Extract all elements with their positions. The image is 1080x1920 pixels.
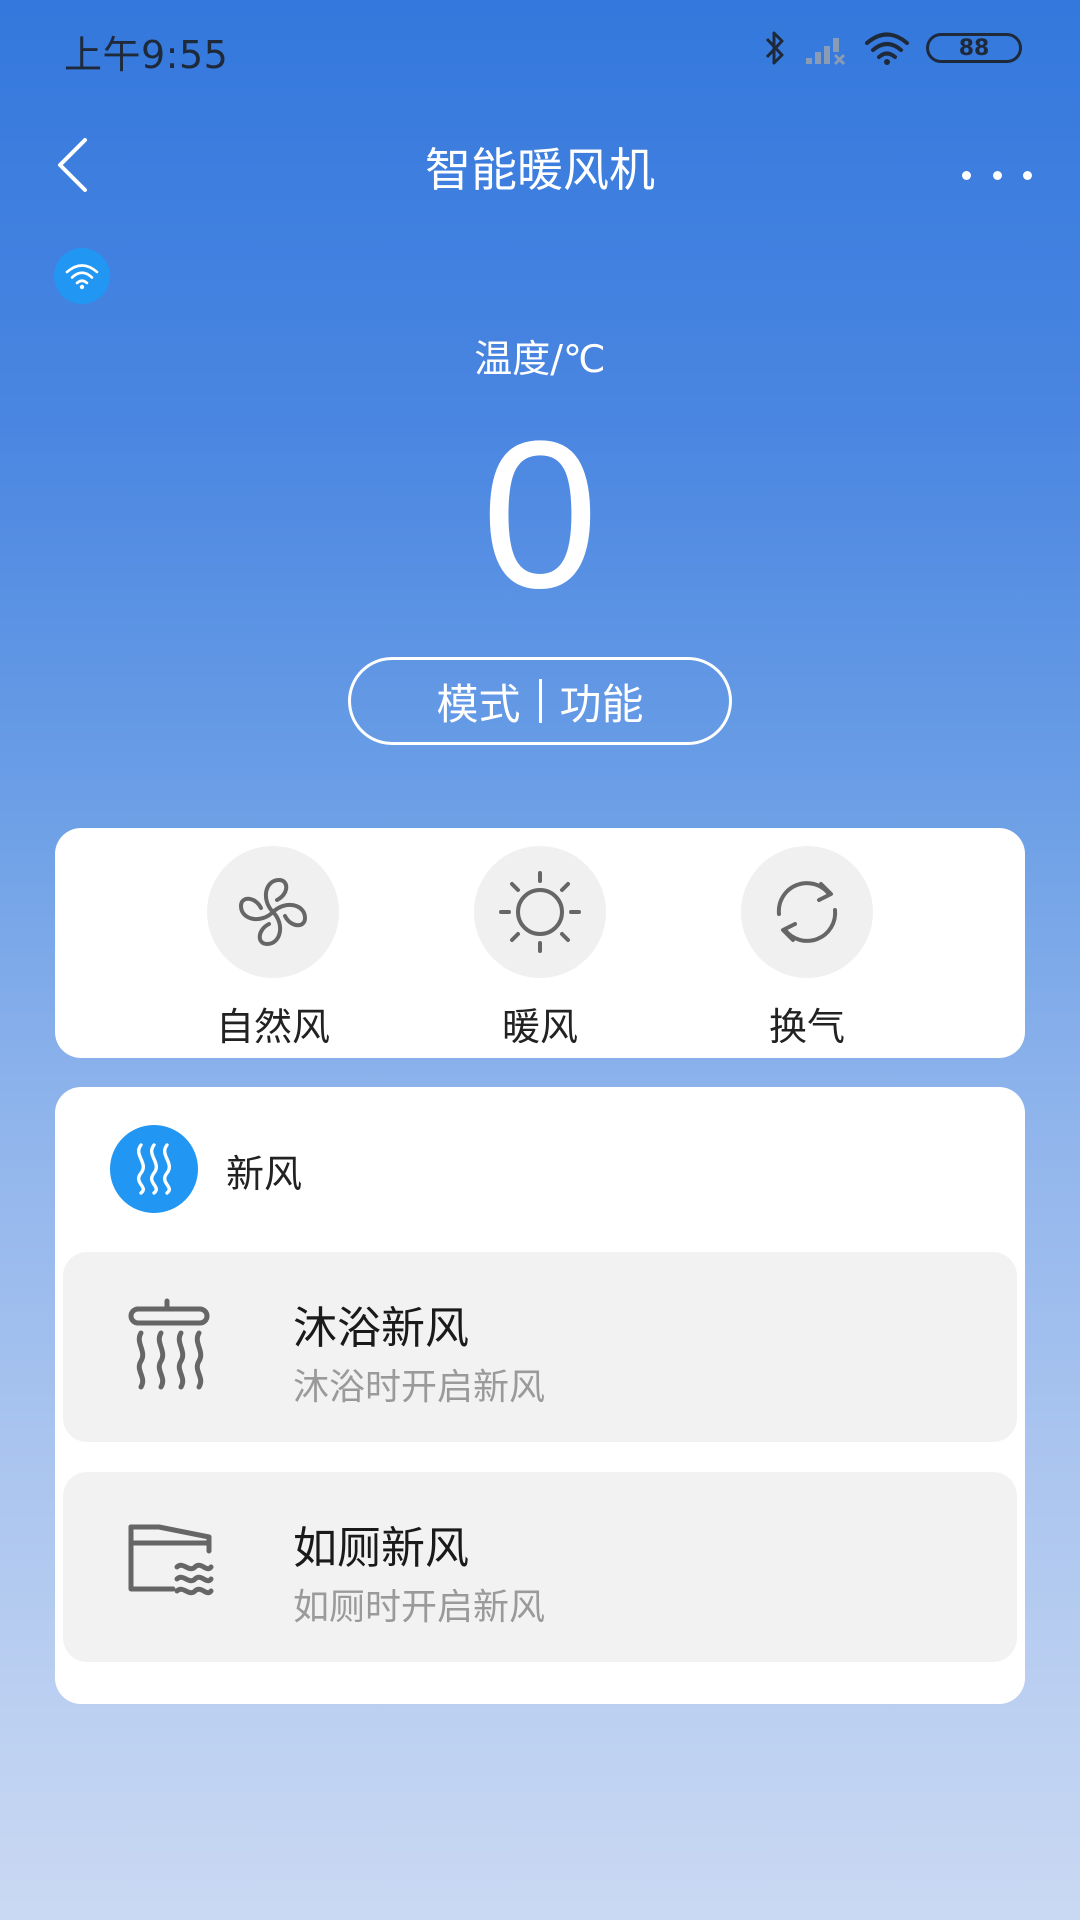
status-icons: 88 [762, 28, 1022, 68]
fresh-air-card: 新风 沐浴新风 沐浴时开启新风 如厕新风 如厕时开启新风 [55, 1087, 1025, 1704]
toilet-icon [128, 1524, 214, 1596]
mode-label: 换气 [768, 1005, 845, 1049]
cellular-signal-icon [806, 38, 846, 66]
page-title: 智能暖风机 [425, 143, 655, 197]
bluetooth-icon [765, 31, 784, 65]
wifi-icon [65, 264, 99, 290]
more-button[interactable] [962, 160, 1032, 190]
mode-ventilation[interactable]: 换气 [697, 846, 917, 1051]
fresh-item-shower[interactable]: 沐浴新风 沐浴时开启新风 [63, 1252, 1017, 1442]
shower-icon [128, 1298, 210, 1390]
mode-warm-wind[interactable]: 暖风 [430, 846, 650, 1051]
mode-tab[interactable]: 模式 [436, 671, 520, 732]
more-dot [992, 170, 1002, 180]
mode-natural-wind[interactable]: 自然风 [163, 846, 383, 1051]
heat-waves-icon [137, 1143, 171, 1195]
fresh-item-title: 如厕新风 [293, 1523, 469, 1574]
fresh-item-toilet[interactable]: 如厕新风 如厕时开启新风 [63, 1472, 1017, 1662]
wifi-status-icon [865, 32, 909, 65]
temperature-label: 温度/℃ [474, 337, 606, 381]
fresh-item-title: 沐浴新风 [293, 1303, 469, 1354]
fresh-air-badge [110, 1125, 198, 1213]
mode-label: 自然风 [215, 1005, 330, 1049]
battery-indicator: 88 [926, 33, 1022, 63]
mode-icon-circle [741, 846, 873, 978]
fan-icon [239, 878, 307, 946]
more-dot [1023, 170, 1032, 180]
refresh-icon [776, 881, 838, 943]
mode-card: 自然风 暖风 换气 [55, 828, 1025, 1058]
fresh-item-subtitle: 如厕时开启新风 [293, 1587, 546, 1628]
temperature-value: 0 [481, 397, 599, 632]
divider [538, 679, 542, 723]
mode-label: 暖风 [501, 1005, 578, 1049]
more-dot [962, 170, 971, 180]
status-time: 上午9:55 [64, 33, 229, 77]
mode-icon-circle [207, 846, 339, 978]
mode-icon-circle [474, 846, 606, 978]
wifi-connection-badge[interactable] [54, 248, 110, 304]
fresh-item-subtitle: 沐浴时开启新风 [293, 1367, 546, 1408]
sun-icon [499, 871, 581, 953]
fresh-air-title: 新风 [226, 1152, 303, 1196]
function-tab[interactable]: 功能 [560, 671, 644, 732]
mode-function-toggle[interactable]: 模式 功能 [348, 657, 732, 745]
